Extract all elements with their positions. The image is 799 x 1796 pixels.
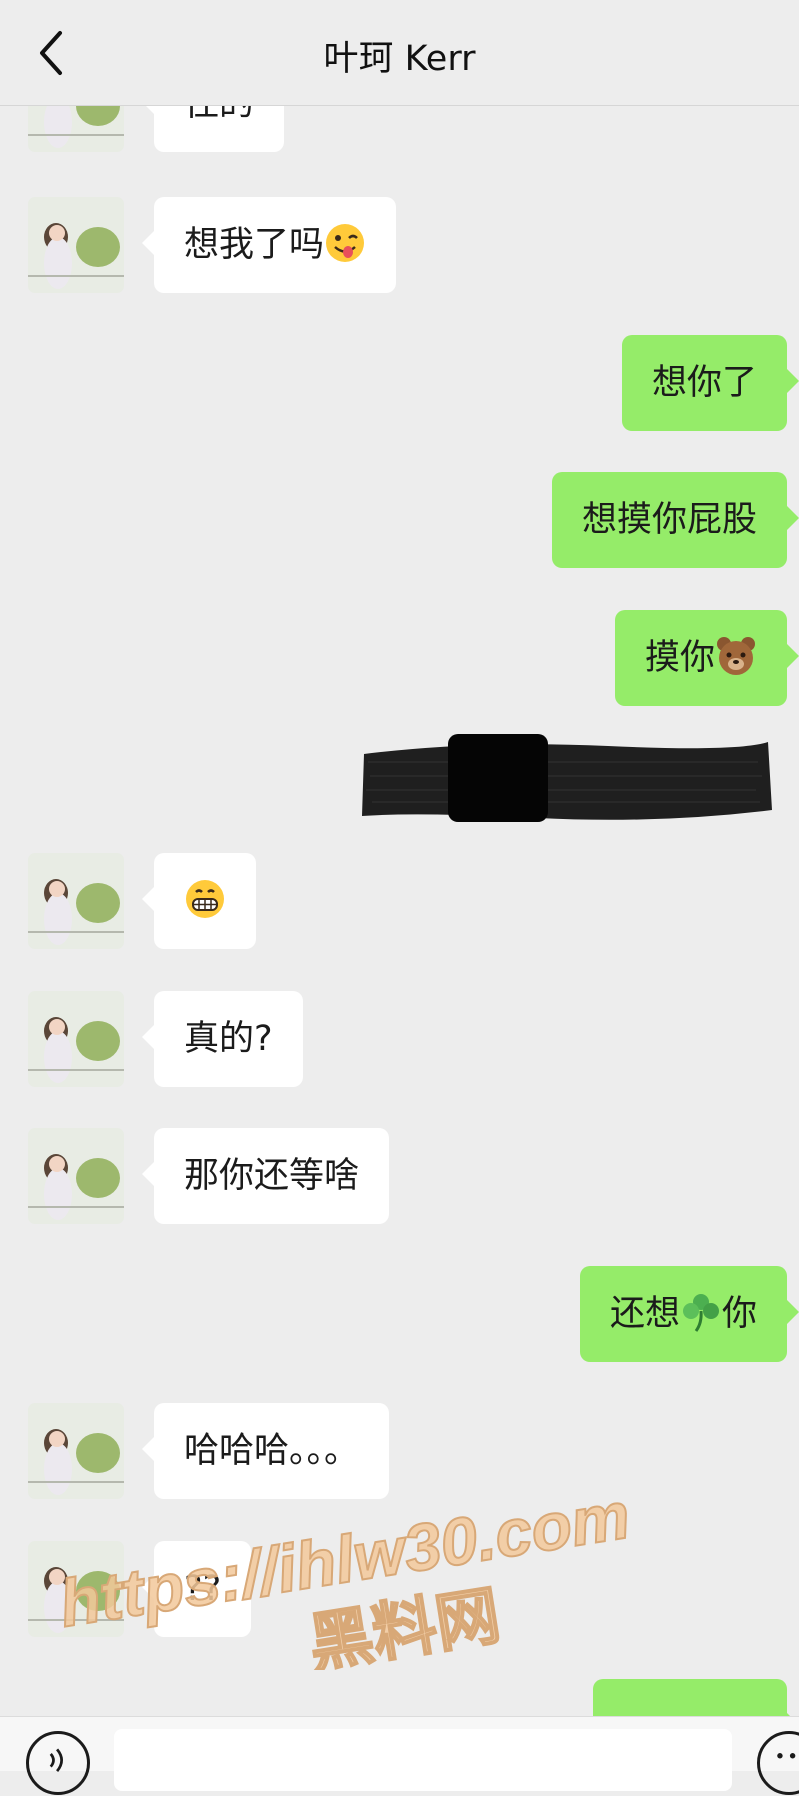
message-text: 想我了吗 bbox=[184, 225, 325, 265]
watermark-url: https://ihlw30.com bbox=[54, 1480, 634, 1641]
sent-message-bubble[interactable]: 想摸你屁股 bbox=[551, 472, 799, 568]
message-text: 想摸你屁股 bbox=[581, 500, 757, 540]
received-message-bubble[interactable]: 那你还等啥 bbox=[141, 1128, 390, 1224]
smiley-icon bbox=[777, 1753, 796, 1759]
contact-avatar[interactable] bbox=[28, 853, 124, 949]
sent-message-bubble[interactable]: 还想 你 bbox=[579, 1266, 799, 1362]
winking-tongue-emoji-icon bbox=[324, 222, 366, 264]
message-text: 摸你 bbox=[644, 638, 715, 678]
chat-title: 叶珂 Kerr bbox=[323, 39, 476, 79]
voice-input-button[interactable] bbox=[26, 1731, 90, 1795]
contact-avatar[interactable] bbox=[28, 991, 124, 1087]
message-text: ?? bbox=[184, 1569, 222, 1609]
contact-avatar[interactable] bbox=[28, 106, 124, 152]
bear-face-emoji-icon bbox=[715, 635, 757, 677]
contact-avatar[interactable] bbox=[28, 197, 124, 293]
received-message-bubble[interactable]: ?? bbox=[141, 1541, 252, 1637]
grinning-face-emoji-icon bbox=[184, 878, 226, 920]
message-text: 那你还等啥 bbox=[184, 1156, 360, 1196]
chat-header: 叶珂 Kerr bbox=[0, 0, 799, 106]
sent-message-bubble[interactable] bbox=[593, 1679, 799, 1716]
message-text: 哈哈哈。。。 bbox=[184, 1431, 360, 1471]
message-text: 往的 bbox=[184, 106, 254, 124]
redacted-message bbox=[358, 732, 774, 826]
message-list[interactable]: 往的 想我了吗 bbox=[0, 106, 799, 1716]
shamrock-emoji-icon bbox=[680, 1291, 722, 1333]
message-input[interactable] bbox=[114, 1729, 732, 1791]
emoji-button[interactable] bbox=[757, 1731, 799, 1795]
voice-icon bbox=[49, 1748, 63, 1773]
message-text: 想你了 bbox=[651, 363, 757, 403]
contact-avatar[interactable] bbox=[28, 1403, 124, 1499]
received-message-bubble[interactable]: 哈哈哈。。。 bbox=[141, 1403, 390, 1499]
received-message-bubble[interactable]: 想我了吗 bbox=[141, 197, 397, 293]
received-message-bubble[interactable]: 真的? bbox=[142, 991, 303, 1087]
input-bar bbox=[0, 1716, 799, 1795]
sent-message-bubble[interactable]: 想你了 bbox=[621, 335, 799, 431]
message-text: 还想 bbox=[609, 1294, 680, 1334]
received-message-bubble[interactable]: 往的 bbox=[141, 106, 285, 152]
message-text: 真的? bbox=[184, 1019, 273, 1059]
contact-avatar[interactable] bbox=[28, 1128, 124, 1224]
watermark-site-name: 黑料网 bbox=[304, 1579, 505, 1670]
message-text: 你 bbox=[721, 1294, 757, 1334]
contact-avatar[interactable] bbox=[28, 1541, 124, 1637]
sent-message-bubble[interactable]: 摸你 bbox=[614, 610, 799, 706]
received-message-bubble[interactable] bbox=[142, 853, 256, 949]
